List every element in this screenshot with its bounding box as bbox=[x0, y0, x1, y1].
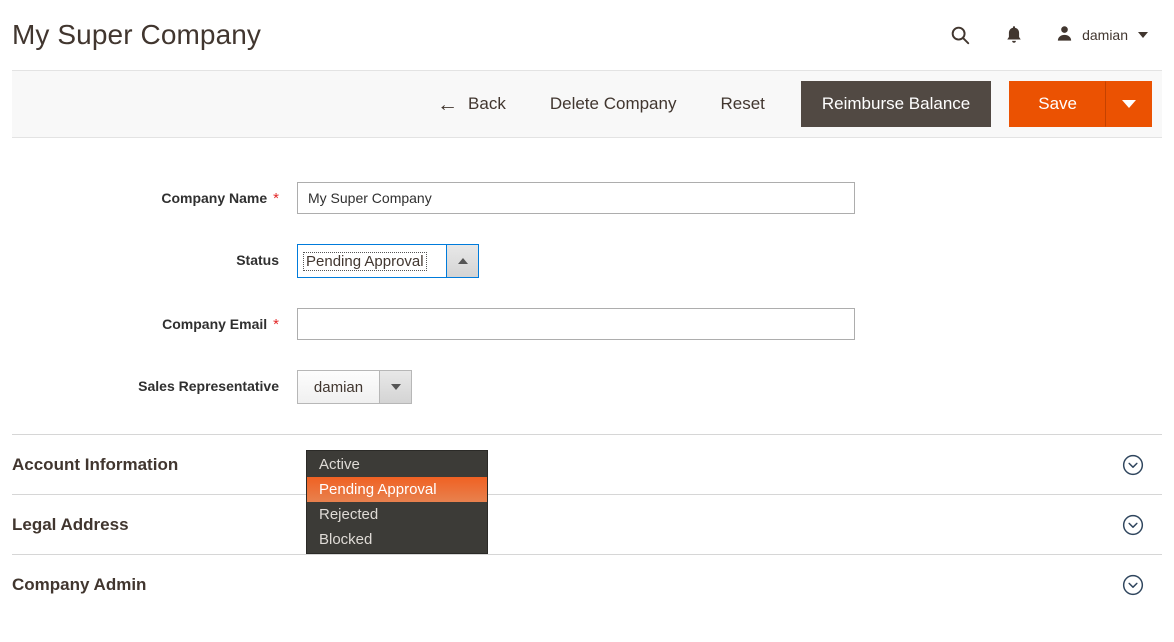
page-actions-toolbar: ← Back Delete Company Reset Reimburse Ba… bbox=[12, 70, 1162, 138]
save-options-toggle[interactable] bbox=[1106, 81, 1152, 127]
section-header[interactable]: Legal Address bbox=[12, 494, 1162, 554]
sales-representative-label: Sales Representative bbox=[138, 378, 279, 394]
company-form: Company Name* Status Pending Approval Co… bbox=[0, 138, 1174, 554]
company-email-input[interactable] bbox=[297, 308, 855, 340]
save-button-group: Save bbox=[1009, 81, 1152, 127]
chevron-down-circle-icon[interactable] bbox=[1122, 454, 1144, 476]
status-option[interactable]: Active bbox=[307, 452, 487, 477]
section-header[interactable]: Company Admin bbox=[12, 554, 1162, 614]
reset-button[interactable]: Reset bbox=[698, 94, 786, 114]
chevron-down-icon bbox=[1138, 32, 1148, 38]
status-select-toggle[interactable] bbox=[446, 245, 478, 277]
section-title: Account Information bbox=[12, 454, 179, 474]
status-dropdown-popup[interactable]: Active Pending Approval Rejected Blocked bbox=[306, 450, 488, 554]
arrow-left-icon: ← bbox=[437, 92, 459, 116]
field-status: Status Pending Approval bbox=[12, 244, 1162, 278]
section-title: Legal Address bbox=[12, 514, 129, 534]
sales-representative-value: damian bbox=[313, 378, 364, 396]
reimburse-balance-button[interactable]: Reimburse Balance bbox=[800, 81, 992, 127]
required-marker: * bbox=[273, 316, 279, 333]
status-select[interactable]: Pending Approval bbox=[297, 244, 479, 278]
arrow-down-icon bbox=[390, 384, 401, 390]
header-actions: damian bbox=[947, 22, 1162, 48]
bell-icon[interactable] bbox=[1001, 22, 1027, 48]
back-button-label: Back bbox=[468, 94, 506, 113]
status-option-label: Blocked bbox=[319, 531, 373, 548]
company-email-label: Company Email * bbox=[162, 316, 279, 333]
status-option[interactable]: Rejected bbox=[307, 502, 487, 527]
search-icon[interactable] bbox=[947, 22, 973, 48]
status-select-value: Pending Approval bbox=[303, 251, 427, 271]
page-title: My Super Company bbox=[12, 19, 262, 50]
user-avatar-icon bbox=[1055, 24, 1074, 46]
status-option[interactable]: Blocked bbox=[307, 527, 487, 552]
field-company-name: Company Name * bbox=[12, 182, 1162, 214]
user-menu-label: damian bbox=[1082, 27, 1128, 43]
chevron-down-circle-icon[interactable] bbox=[1122, 514, 1144, 536]
field-sales-representative: Sales Representative damian bbox=[12, 370, 1162, 404]
status-option[interactable]: Pending Approval bbox=[307, 477, 487, 502]
chevron-down-icon bbox=[1121, 100, 1136, 108]
chevron-down-circle-icon[interactable] bbox=[1122, 574, 1144, 596]
status-option-label: Rejected bbox=[319, 506, 379, 523]
company-name-input[interactable] bbox=[297, 182, 855, 214]
status-option-label: Active bbox=[319, 456, 360, 473]
save-button[interactable]: Save bbox=[1009, 81, 1106, 127]
status-option-label: Pending Approval bbox=[319, 481, 437, 498]
delete-company-label: Delete Company bbox=[549, 94, 677, 113]
user-menu[interactable]: damian bbox=[1055, 24, 1148, 46]
section-title: Company Admin bbox=[12, 574, 147, 594]
reset-label: Reset bbox=[720, 94, 765, 113]
sales-representative-select[interactable]: damian bbox=[297, 370, 412, 404]
save-label: Save bbox=[1038, 94, 1077, 113]
collapsible-sections: Account Information Legal Address Company … bbox=[12, 434, 1162, 614]
back-button[interactable]: ← Back bbox=[415, 94, 528, 115]
company-name-label: Company Name * bbox=[161, 190, 279, 207]
required-marker: * bbox=[273, 190, 279, 207]
page-header: My Super Company damian bbox=[0, 0, 1174, 70]
sales-representative-select-toggle[interactable] bbox=[379, 371, 411, 403]
field-company-email: Company Email * bbox=[12, 308, 1162, 340]
status-label: Status bbox=[236, 252, 279, 268]
reimburse-balance-label: Reimburse Balance bbox=[821, 94, 971, 113]
arrow-up-icon bbox=[457, 258, 468, 264]
section-header[interactable]: Account Information bbox=[12, 434, 1162, 494]
delete-company-button[interactable]: Delete Company bbox=[528, 94, 699, 114]
